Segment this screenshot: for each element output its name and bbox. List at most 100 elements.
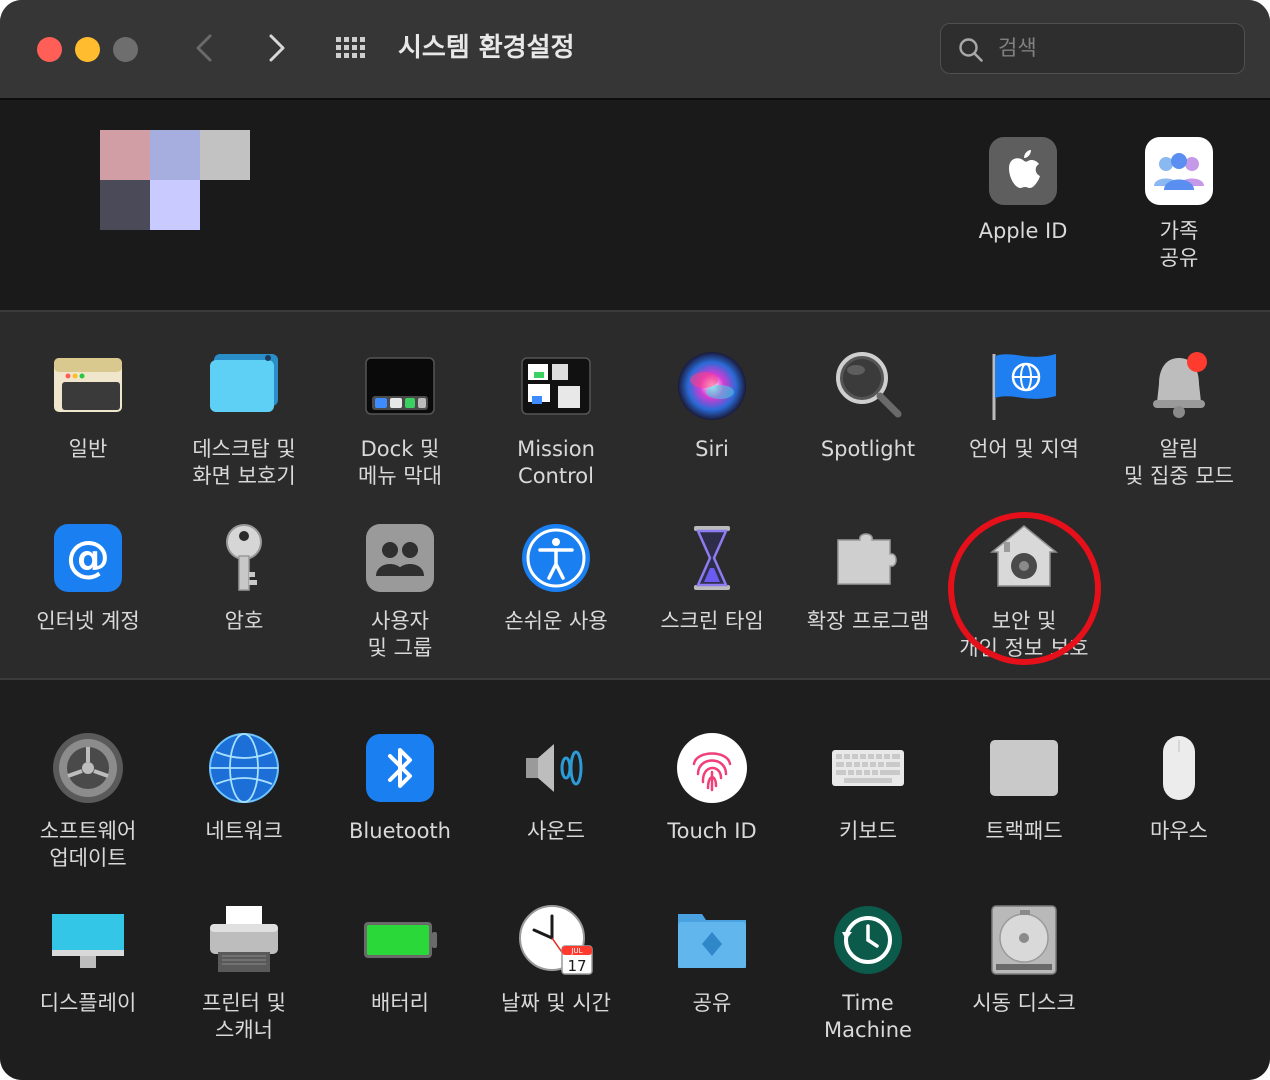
search-placeholder: 검색	[998, 36, 1037, 60]
avatar-pixel	[100, 180, 150, 230]
pane-label: 손쉬운 사용	[504, 609, 608, 633]
pane-bluetooth[interactable]: Bluetooth	[325, 730, 475, 845]
bluetooth-icon	[366, 734, 434, 802]
pane-screen-time[interactable]: 스크린 타임	[637, 520, 787, 635]
pane-keyboard[interactable]: 키보드	[793, 730, 943, 845]
pane-label: Dock 및 메뉴 막대	[358, 437, 442, 488]
forward-button[interactable]	[257, 28, 297, 68]
pane-apple-id[interactable]: Apple ID	[948, 136, 1098, 245]
pane-mouse[interactable]: 마우스	[1104, 730, 1254, 845]
family-sharing-icon	[1145, 137, 1213, 205]
pane-label: 가족 공유	[1159, 219, 1199, 270]
close-button[interactable]	[37, 37, 62, 62]
touch-id-icon	[677, 733, 747, 803]
notifications-icon	[1153, 352, 1207, 418]
pane-general[interactable]: 일반	[13, 348, 163, 463]
pane-label: 언어 및 지역	[969, 437, 1079, 461]
pane-accessibility[interactable]: 손쉬운 사용	[481, 520, 631, 635]
pane-trackpad[interactable]: 트랙패드	[949, 730, 1099, 845]
pane-label: Bluetooth	[349, 819, 451, 843]
calendar-month: JUL	[570, 947, 582, 955]
printers-scanners-icon	[210, 906, 278, 972]
software-update-icon	[53, 733, 123, 803]
trackpad-icon	[990, 740, 1058, 796]
pane-date-time[interactable]: JUL 17 날짜 및 시간	[481, 902, 631, 1017]
pane-printers-scanners[interactable]: 프린터 및 스캐너	[169, 902, 319, 1044]
pane-label: Mission Control	[517, 437, 595, 488]
avatar[interactable]	[100, 130, 250, 230]
spotlight-icon	[836, 352, 902, 418]
pane-label: 트랙패드	[985, 819, 1063, 843]
general-icon	[54, 358, 122, 412]
pane-passwords[interactable]: 암호	[169, 520, 319, 635]
pane-extensions[interactable]: 확장 프로그램	[793, 520, 943, 635]
displays-icon	[52, 914, 124, 968]
pane-label: 키보드	[839, 819, 897, 843]
show-all-grid-icon[interactable]	[333, 28, 373, 68]
mission-control-icon	[521, 357, 591, 415]
hardware-section: 소프트웨어 업데이트 네트워크 Bluetooth 사운드 Touch ID 키…	[0, 680, 1270, 1080]
account-section: Apple ID 가족 공유	[0, 100, 1270, 310]
pane-label: 디스플레이	[39, 991, 137, 1015]
pane-desktop-screensaver[interactable]: 데스크탑 및 화면 보호기	[169, 348, 319, 490]
pane-language-region[interactable]: 언어 및 지역	[949, 348, 1099, 463]
pane-label: 공유	[692, 991, 732, 1015]
pane-siri[interactable]: Siri	[637, 348, 787, 463]
pane-label: 사운드	[527, 819, 585, 843]
keyboard-icon	[832, 750, 904, 786]
pane-startup-disk[interactable]: 시동 디스크	[949, 902, 1099, 1017]
search-field[interactable]: 검색	[940, 23, 1245, 74]
pane-sharing[interactable]: 공유	[637, 902, 787, 1017]
pane-label: 스크린 타임	[660, 609, 764, 633]
date-time-icon: JUL 17	[519, 905, 593, 975]
pane-family-sharing[interactable]: 가족 공유	[1104, 136, 1254, 272]
passwords-icon	[226, 524, 262, 591]
pane-network[interactable]: 네트워크	[169, 730, 319, 845]
avatar-pixel	[100, 130, 150, 180]
language-region-icon	[992, 354, 1056, 420]
calendar-day: 17	[567, 957, 586, 975]
pane-label: 암호	[224, 609, 264, 633]
pane-dock-menubar[interactable]: Dock 및 메뉴 막대	[325, 348, 475, 490]
pane-label: Apple ID	[978, 219, 1068, 243]
pane-label: 네트워크	[205, 819, 283, 843]
pane-sound[interactable]: 사운드	[481, 730, 631, 845]
pane-mission-control[interactable]: Mission Control	[481, 348, 631, 490]
pane-label: 데스크탑 및 화면 보호기	[192, 437, 296, 488]
pane-label: 배터리	[371, 991, 429, 1015]
startup-disk-icon	[991, 905, 1057, 975]
pane-label: 알림 및 집중 모드	[1124, 437, 1234, 488]
desktop-screensaver-icon	[210, 354, 278, 412]
pane-label: 날짜 및 시간	[501, 991, 611, 1015]
search-icon	[959, 38, 983, 62]
pane-label: Siri	[695, 437, 729, 461]
pane-spotlight[interactable]: Spotlight	[793, 348, 943, 463]
pane-time-machine[interactable]: Time Machine	[793, 902, 943, 1044]
pane-label: Time Machine	[824, 991, 912, 1042]
accessibility-icon	[522, 524, 590, 592]
extensions-icon	[837, 533, 897, 585]
pane-software-update[interactable]: 소프트웨어 업데이트	[13, 730, 163, 872]
window-title: 시스템 환경설정	[398, 33, 575, 63]
minimize-button[interactable]	[75, 37, 100, 62]
avatar-pixel	[200, 130, 250, 180]
screen-time-icon	[694, 526, 730, 590]
pane-displays[interactable]: 디스플레이	[13, 902, 163, 1017]
back-button[interactable]	[185, 28, 225, 68]
pane-label: Spotlight	[820, 437, 916, 461]
pane-touch-id[interactable]: Touch ID	[637, 730, 787, 845]
internet-accounts-icon: @	[54, 524, 122, 592]
battery-icon	[364, 922, 437, 958]
pane-internet-accounts[interactable]: @ 인터넷 계정	[13, 520, 163, 635]
pane-notifications-focus[interactable]: 알림 및 집중 모드	[1104, 348, 1254, 490]
pane-users-groups[interactable]: 사용자 및 그룹	[325, 520, 475, 662]
time-machine-icon	[834, 906, 902, 974]
pane-label: 시동 디스크	[972, 991, 1076, 1015]
dock-icon	[365, 357, 435, 415]
svg-text:@: @	[66, 532, 110, 583]
pane-label: 마우스	[1150, 819, 1208, 843]
pane-battery[interactable]: 배터리	[325, 902, 475, 1017]
title-bar: 시스템 환경설정 검색	[0, 0, 1270, 100]
zoom-button[interactable]	[113, 37, 138, 62]
system-preferences-window: 시스템 환경설정 검색 Apple ID 가족 공유 일반 데스크탑 및 화면 …	[0, 0, 1270, 1080]
